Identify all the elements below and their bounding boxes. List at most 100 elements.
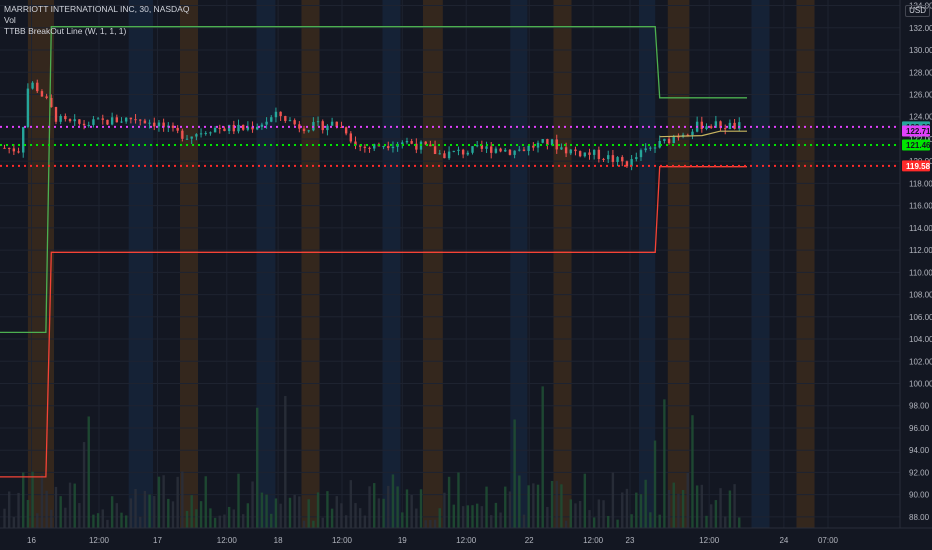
- volume-bar: [382, 498, 385, 528]
- candle-body: [120, 121, 123, 123]
- session-band: [796, 0, 815, 528]
- candle-body: [452, 150, 455, 152]
- price-axis[interactable]: 88.00 90.00 92.00 94.00 96.00 98.00 100.00 102.…: [899, 0, 932, 550]
- volume-bar: [635, 492, 638, 528]
- volume-bar: [700, 484, 704, 528]
- candle-body: [410, 141, 413, 144]
- volume-bar: [466, 505, 470, 528]
- candle-body: [326, 125, 329, 131]
- candle-body: [92, 119, 95, 125]
- tradingview-chart-window[interactable]: 88.00 90.00 92.00 94.00 96.00 98.00 100.00 102.…: [0, 0, 932, 550]
- indicator-legend[interactable]: TTBB BreakOut Line (W, 1, 1, 1): [4, 26, 189, 37]
- volume-bar: [541, 386, 544, 528]
- session-band: [667, 0, 690, 528]
- volume-bar: [260, 492, 264, 528]
- volume-bar: [153, 495, 156, 528]
- volume-bar: [246, 503, 250, 528]
- candle-body: [134, 119, 137, 121]
- volume-bar: [288, 497, 292, 528]
- candle-body: [7, 147, 11, 149]
- candle-body: [663, 138, 666, 141]
- volume-bar: [452, 504, 455, 528]
- candle-body: [59, 116, 62, 122]
- volume-bar: [695, 485, 699, 528]
- time-tick-label: 12:00: [89, 536, 110, 545]
- time-tick-label: 24: [779, 536, 788, 545]
- price-tick-label: 126.00: [909, 90, 932, 99]
- volume-bar: [569, 499, 572, 528]
- candle-body: [709, 126, 713, 128]
- volume-bar: [82, 442, 86, 528]
- volume-bar: [3, 508, 6, 528]
- candle-body: [583, 152, 587, 157]
- volume-bar: [326, 491, 329, 528]
- volume-bar: [50, 509, 53, 528]
- volume-bar: [190, 495, 193, 528]
- candle-body: [96, 118, 100, 120]
- candle-body: [672, 136, 675, 144]
- currency-selector[interactable]: USD: [905, 5, 930, 17]
- time-axis[interactable]: 16 12:00 17 12:00 18 12:00 19 12:00 22 12:00 23 12:…: [0, 527, 932, 550]
- time-tick-label: 18: [274, 536, 283, 545]
- candle-body: [700, 121, 704, 129]
- candle-body: [316, 121, 320, 123]
- volume-bar: [321, 517, 324, 528]
- volume-bar: [302, 520, 306, 528]
- volume-bar: [691, 415, 694, 528]
- volume-bar: [31, 471, 34, 528]
- volume-bar: [124, 515, 128, 528]
- volume-bar: [733, 484, 736, 528]
- candle-body: [555, 139, 558, 150]
- volume-bar: [274, 498, 278, 528]
- volume-bar: [499, 512, 502, 528]
- volume-bar: [251, 481, 254, 528]
- price-tick-label: 98.00: [909, 402, 930, 411]
- volume-bar: [415, 508, 418, 528]
- volume-bar: [401, 512, 404, 528]
- price-tick-label: 110.00: [909, 268, 932, 277]
- candle-body: [73, 119, 76, 122]
- candle-body: [185, 138, 189, 140]
- candle-body: [237, 124, 240, 132]
- volume-bar: [433, 519, 437, 528]
- price-tick-label: 112.00: [909, 246, 932, 255]
- volume-bar: [270, 513, 273, 528]
- candle-body: [564, 147, 568, 154]
- volume-bar: [223, 514, 226, 528]
- price-tick-label: 100.00: [909, 379, 932, 388]
- candle-body: [513, 150, 516, 155]
- candle-body: [588, 152, 591, 155]
- candle-body: [218, 127, 221, 129]
- volume-bar: [653, 440, 657, 528]
- candle-body: [578, 151, 582, 157]
- volume-bar: [429, 519, 432, 528]
- candle-body: [532, 145, 535, 148]
- price-chart[interactable]: 88.00 90.00 92.00 94.00 96.00 98.00 100.00 102.…: [0, 0, 932, 550]
- candle-body: [143, 120, 147, 124]
- candle-body: [466, 152, 470, 155]
- price-tick-label: 114.00: [909, 224, 932, 233]
- volume-legend[interactable]: Vol: [4, 15, 189, 26]
- volume-bar: [578, 501, 582, 528]
- volume-bar: [583, 473, 587, 528]
- symbol-title[interactable]: MARRIOTT INTERNATIONAL INC, 30, NASDAQ: [4, 4, 189, 15]
- volume-bar: [92, 514, 95, 528]
- candle-body: [724, 128, 727, 130]
- volume-bar: [391, 474, 395, 528]
- candle-body: [499, 148, 502, 152]
- candle-body: [574, 149, 577, 152]
- candle-body: [461, 149, 465, 155]
- volume-bar: [461, 506, 465, 528]
- volume-bar: [644, 479, 647, 528]
- price-tick-label: 102.00: [909, 357, 932, 366]
- candle-body: [17, 151, 20, 153]
- volume-bar: [686, 472, 689, 528]
- price-tick-label: 92.00: [909, 468, 930, 477]
- volume-bar: [335, 496, 338, 528]
- volume-bar: [546, 506, 549, 528]
- volume-bar: [115, 503, 119, 528]
- volume-bar: [522, 514, 526, 528]
- candle-body: [279, 111, 282, 117]
- volume-bar: [649, 512, 652, 528]
- candle-body: [508, 149, 512, 155]
